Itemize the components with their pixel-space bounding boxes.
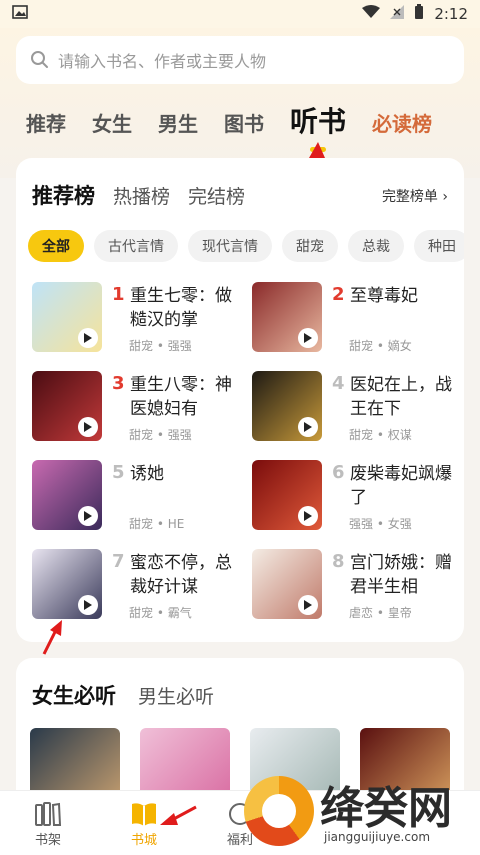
annotation-arrow-icon xyxy=(160,805,197,825)
tab-recommend[interactable]: 推荐 xyxy=(26,108,66,137)
book-tags: 甜宠 • 霸气 xyxy=(129,606,192,620)
chip-ceo[interactable]: 总裁 xyxy=(348,230,404,262)
book-title: 重生八零：神医媳妇有 xyxy=(130,375,232,419)
book-tags: 虐恋 • 皇帝 xyxy=(349,606,412,620)
chip-modern-romance[interactable]: 现代言情 xyxy=(188,230,272,262)
rank-number: 4 xyxy=(332,373,345,394)
book-title: 医妃在上，战王在下 xyxy=(350,375,452,419)
book-title: 至尊毒妃 xyxy=(350,286,418,306)
book-cover xyxy=(32,549,102,619)
nav-bookstore-label: 书城 xyxy=(130,833,157,848)
chip-all[interactable]: 全部 xyxy=(28,230,84,262)
book-tags: 甜宠 • 嫡女 xyxy=(349,339,412,353)
book-cover xyxy=(32,460,102,530)
nav-bookshelf[interactable]: 书架 xyxy=(18,799,78,848)
tab-female-must-listen[interactable]: 女生必听 xyxy=(32,680,116,710)
annotation-arrow-icon xyxy=(42,620,62,655)
status-time: 2:12 xyxy=(434,5,468,23)
book-cover xyxy=(252,460,322,530)
book-item[interactable]: 2 至尊毒妃 甜宠 • 嫡女 xyxy=(252,282,452,362)
search-icon xyxy=(31,51,48,68)
book-title: 废柴毒妃飒爆了 xyxy=(350,464,452,508)
book-title: 宫门娇娥：赠君半生相 xyxy=(350,553,452,597)
rank-number: 5 xyxy=(112,462,125,483)
tab-male-must-listen[interactable]: 男生必听 xyxy=(138,682,214,709)
book-title: 蜜恋不停，总裁好计谋 xyxy=(130,553,232,597)
tab-hot-rank[interactable]: 热播榜 xyxy=(113,182,170,209)
book-item[interactable]: 5 诱她 甜宠 • HE xyxy=(32,460,232,540)
book-tags: 甜宠 • 强强 xyxy=(129,339,192,353)
watermark-logo-icon xyxy=(244,776,314,846)
book-item[interactable]: 8 宫门娇娥：赠君半生相 虐恋 • 皇帝 xyxy=(252,549,452,629)
chip-sweet[interactable]: 甜宠 xyxy=(282,230,338,262)
watermark-url: jiangguijiuye.com xyxy=(324,830,431,844)
play-icon[interactable] xyxy=(78,328,98,348)
book-cover xyxy=(252,549,322,619)
play-icon[interactable] xyxy=(78,506,98,526)
wifi-icon xyxy=(362,5,381,23)
book-item[interactable]: 7 蜜恋不停，总裁好计谋 甜宠 • 霸气 xyxy=(32,549,232,629)
play-icon[interactable] xyxy=(78,417,98,437)
tab-finished-rank[interactable]: 完结榜 xyxy=(188,182,245,209)
book-tags: 甜宠 • 强强 xyxy=(129,428,192,442)
book-tags: 强强 • 女强 xyxy=(349,517,412,531)
book-item[interactable]: 3 重生八零：神医媳妇有 甜宠 • 强强 xyxy=(32,371,232,451)
book-title: 诱她 xyxy=(130,464,164,484)
rank-number: 6 xyxy=(332,462,345,483)
play-icon[interactable] xyxy=(78,595,98,615)
watermark-text: 绛癸网 xyxy=(320,783,452,834)
play-icon[interactable] xyxy=(298,595,318,615)
search-placeholder: 请输入书名、作者或主要人物 xyxy=(58,52,267,71)
play-icon[interactable] xyxy=(298,417,318,437)
chip-ancient-romance[interactable]: 古代言情 xyxy=(94,230,178,262)
rank-number: 7 xyxy=(112,551,125,572)
tab-audiobooks[interactable]: 听书 xyxy=(290,100,346,140)
top-tabs: 推荐 女生 男生 图书 听书 必读榜 xyxy=(26,100,432,140)
battery-icon xyxy=(414,4,424,24)
tab-must-read[interactable]: 必读榜 xyxy=(372,108,432,137)
book-title: 重生七零：做糙汉的掌 xyxy=(130,286,232,330)
tab-recommend-rank[interactable]: 推荐榜 xyxy=(32,180,95,210)
rank-card: 推荐榜 热播榜 完结榜 完整榜单 › 全部 古代言情 现代言情 甜宠 总裁 种田… xyxy=(16,158,464,642)
tab-male[interactable]: 男生 xyxy=(158,108,198,137)
rank-number: 1 xyxy=(112,284,125,305)
full-rank-link[interactable]: 完整榜单 › xyxy=(382,186,448,206)
watermark: 绛癸网 jiangguijiuye.com xyxy=(240,770,480,855)
book-item[interactable]: 1 重生七零：做糙汉的掌 甜宠 • 强强 xyxy=(32,282,232,362)
book-cover xyxy=(252,282,322,352)
bookshelf-icon xyxy=(18,799,78,829)
book-tags: 甜宠 • 权谋 xyxy=(349,428,412,442)
rank-number: 2 xyxy=(332,284,345,305)
book-item[interactable]: 6 废柴毒妃飒爆了 强强 • 女强 xyxy=(252,460,452,540)
image-notification-icon xyxy=(12,5,362,23)
search-input[interactable]: 请输入书名、作者或主要人物 xyxy=(16,36,464,84)
book-tags: 甜宠 • HE xyxy=(129,517,185,531)
rank-number: 8 xyxy=(332,551,345,572)
rank-number: 3 xyxy=(112,373,125,394)
chip-farming[interactable]: 种田 xyxy=(414,230,464,262)
play-icon[interactable] xyxy=(298,328,318,348)
tab-books[interactable]: 图书 xyxy=(224,108,264,137)
book-cover xyxy=(252,371,322,441)
book-cover xyxy=(32,371,102,441)
tab-female[interactable]: 女生 xyxy=(92,108,132,137)
book-cover xyxy=(32,282,102,352)
category-chips: 全部 古代言情 现代言情 甜宠 总裁 种田 xyxy=(28,230,464,262)
nav-bookshelf-label: 书架 xyxy=(34,833,61,848)
signal-icon xyxy=(390,5,405,23)
play-icon[interactable] xyxy=(298,506,318,526)
status-bar: 2:12 xyxy=(0,0,480,28)
book-item[interactable]: 4 医妃在上，战王在下 甜宠 • 权谋 xyxy=(252,371,452,451)
